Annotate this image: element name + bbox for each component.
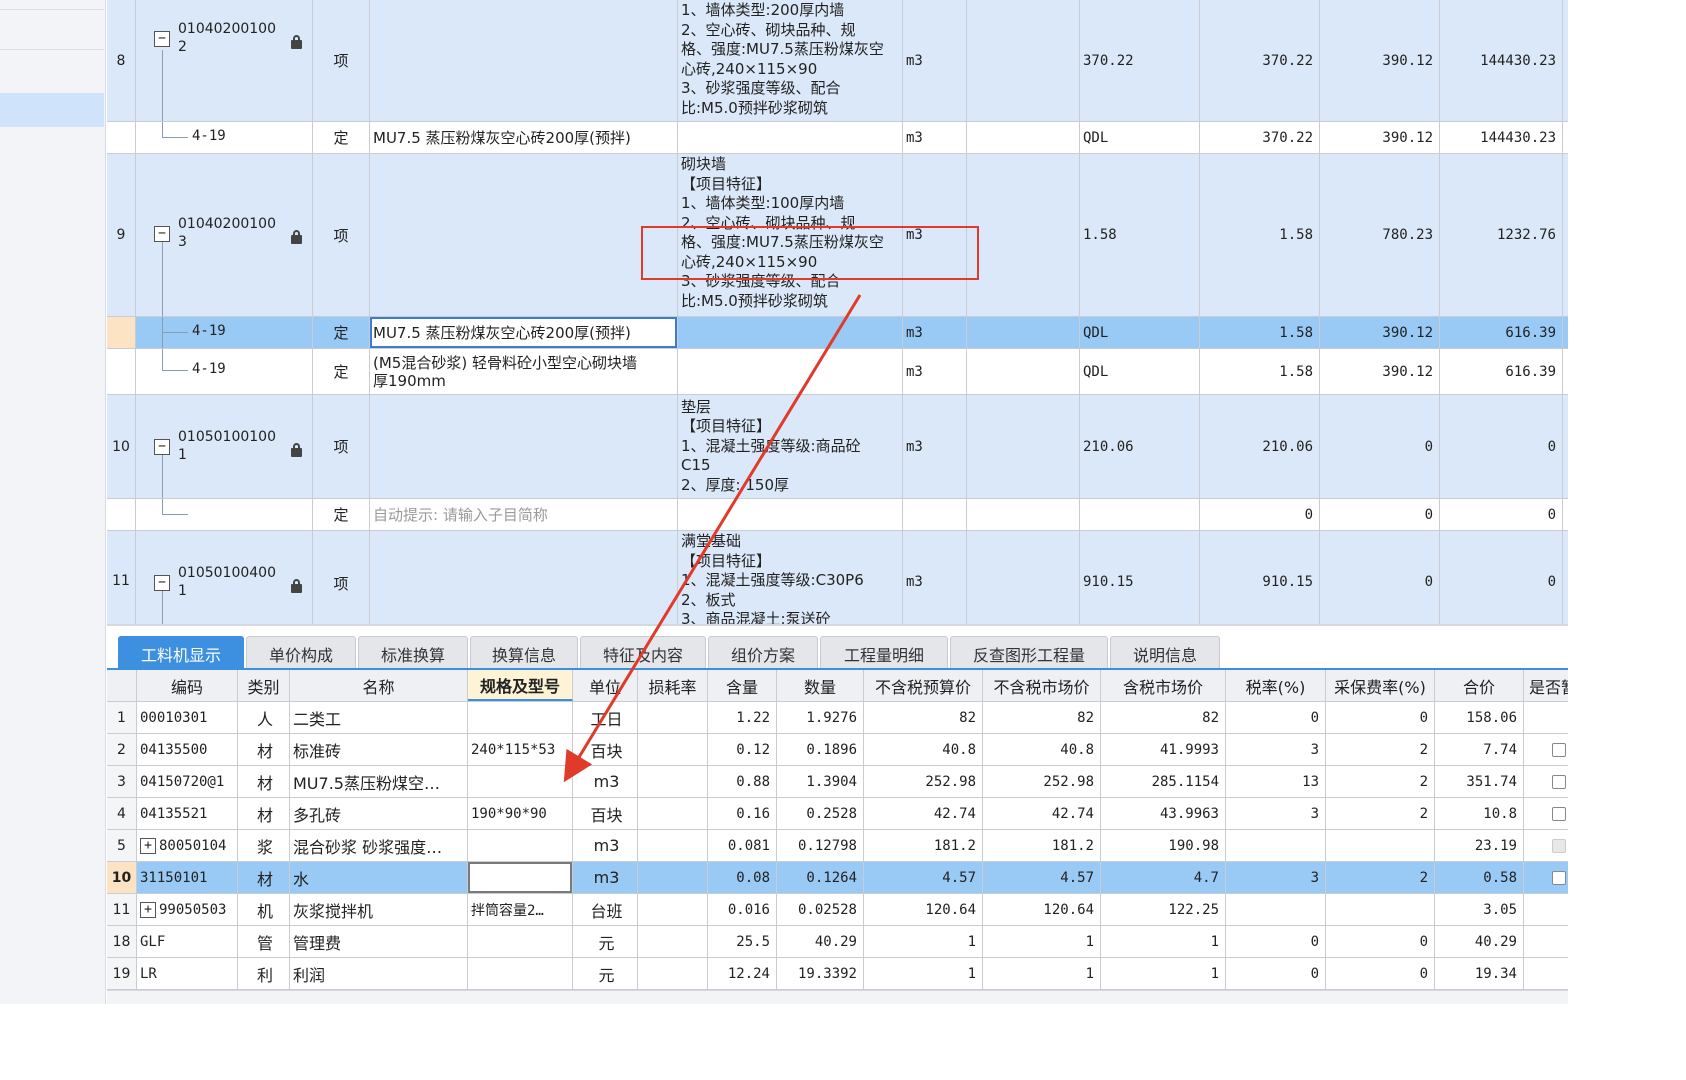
annotation-arrow	[563, 294, 862, 783]
